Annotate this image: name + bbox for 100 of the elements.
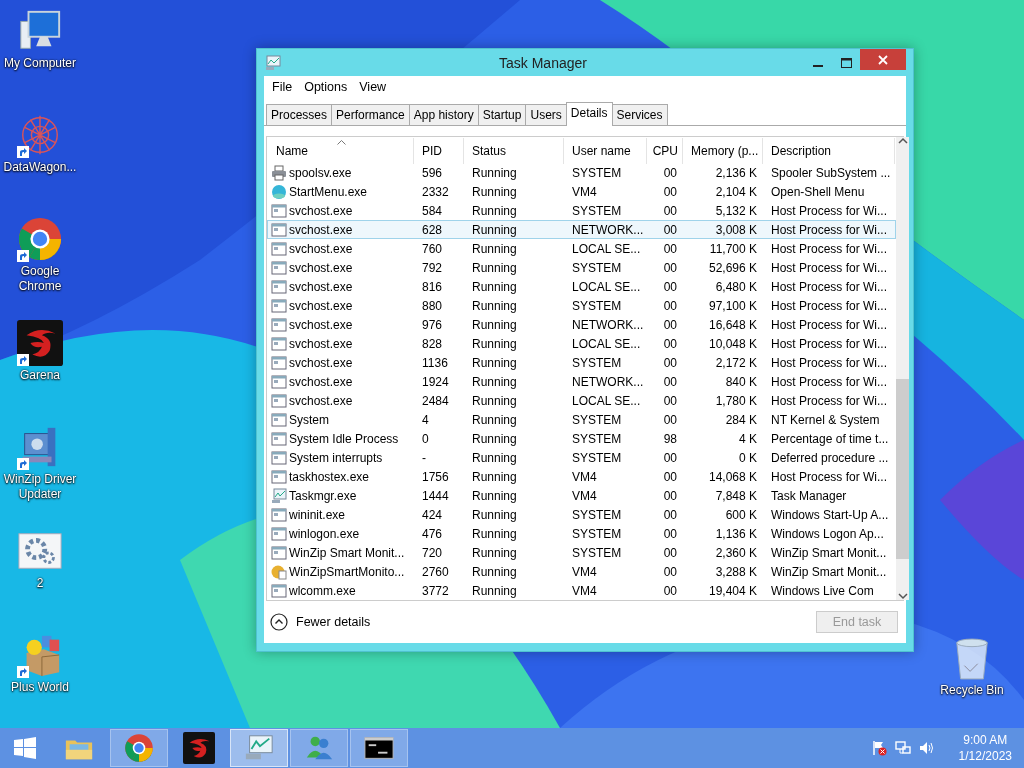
table-cell-text: 00 <box>662 184 678 199</box>
table-cell-text: 00 <box>662 507 678 522</box>
table-cell-text: Host Process for Wi... <box>770 241 889 256</box>
tab[interactable]: Startup <box>477 104 527 125</box>
table-cell-text: 00 <box>662 583 678 598</box>
icon-label[interactable]: Recycle Bin <box>933 683 1011 698</box>
table-cell-text: WinZip Smart Monit... <box>770 564 888 579</box>
column-header[interactable]: PID <box>414 138 464 164</box>
browser-logo-icon <box>124 733 154 763</box>
table-row[interactable]: winlogon.exe 476 Running SYSTEM 00 1,136 K Windows Logon Ap... <box>267 524 896 543</box>
table-row[interactable]: svchost.exe 628 Running NETWORK... 00 3,008 K Host Process for Wi... <box>267 220 896 239</box>
column-header[interactable]: Status <box>464 138 564 164</box>
table-cell-text: Running <box>471 336 518 351</box>
network-icon[interactable] <box>894 740 911 756</box>
table-row[interactable]: svchost.exe 976 Running NETWORK... 00 16,648 K Host Process for Wi... <box>267 315 896 334</box>
tab[interactable]: App history <box>408 104 479 125</box>
table-row[interactable]: svchost.exe 2484 Running LOCAL SE... 00 1,780 K Host Process for Wi... <box>267 391 896 410</box>
window-icon <box>271 392 287 409</box>
menu-item[interactable]: View <box>355 78 391 96</box>
window-icon <box>271 221 287 238</box>
table-row[interactable]: svchost.exe 792 Running SYSTEM 00 52,696 K Host Process for Wi... <box>267 258 896 277</box>
table-cell-text: 720 <box>421 545 444 560</box>
table-cell-text: 4 K <box>738 431 758 446</box>
table-cell-text: Running <box>471 583 518 598</box>
table-cell-text: Host Process for Wi... <box>770 469 889 484</box>
table-row[interactable]: svchost.exe 880 Running SYSTEM 00 97,100 K Host Process for Wi... <box>267 296 896 315</box>
column-header[interactable]: Name <box>268 138 414 164</box>
taskbar-button[interactable] <box>350 729 408 767</box>
table-cell-text: Running <box>471 355 518 370</box>
scroll-down-icon[interactable] <box>897 592 908 600</box>
windows-logo-icon[interactable] <box>13 736 37 760</box>
flag-icon[interactable] <box>870 740 887 756</box>
table-row[interactable]: svchost.exe 1924 Running NETWORK... 00 840 K Host Process for Wi... <box>267 372 896 391</box>
table-row[interactable]: wininit.exe 424 Running SYSTEM 00 600 K Windows Start-Up A... <box>267 505 896 524</box>
column-header[interactable]: Description <box>763 138 895 164</box>
table-row[interactable]: svchost.exe 816 Running LOCAL SE... 00 6,480 K Host Process for Wi... <box>267 277 896 296</box>
scroll-up-icon[interactable] <box>897 137 908 145</box>
table-cell-text: 00 <box>662 545 678 560</box>
menu-item[interactable]: File <box>268 78 297 96</box>
icon-label[interactable]: Google Chrome <box>1 264 79 294</box>
speaker-icon[interactable] <box>918 740 935 756</box>
table-cell: System Idle Process <box>289 431 399 446</box>
table-cell-text: Running <box>471 241 518 256</box>
table-cell-text: 3,288 K <box>714 564 758 579</box>
table-cell: svchost.exe <box>289 203 353 218</box>
table-cell-text: 2,172 K <box>714 355 758 370</box>
table-cell-text: Percentage of time t... <box>770 431 890 446</box>
column-header[interactable]: User name <box>564 138 647 164</box>
table-row[interactable]: taskhostex.exe 1756 Running VM4 00 14,068 K Host Process for Wi... <box>267 467 896 486</box>
table-cell-text: Running <box>471 260 518 275</box>
sort-caret-icon <box>336 140 346 145</box>
table-cell-text: Windows Live Com <box>770 583 875 598</box>
table-row[interactable]: svchost.exe 828 Running LOCAL SE... 00 10,048 K Host Process for Wi... <box>267 334 896 353</box>
table-cell-text: Running <box>471 279 518 294</box>
table-cell-text: Running <box>471 298 518 313</box>
window-icon <box>271 259 287 276</box>
column-header[interactable]: CPU <box>647 138 683 164</box>
table-row[interactable]: System interrupts - Running SYSTEM 00 0 K Deferred procedure ... <box>267 448 896 467</box>
tab[interactable]: Processes <box>266 104 333 125</box>
icon-label[interactable]: DataWagon... <box>1 160 79 175</box>
tab[interactable]: Services <box>611 104 668 125</box>
tab[interactable]: Users <box>525 104 567 125</box>
icon-label[interactable]: My Computer <box>1 56 79 71</box>
table-cell-text: Host Process for Wi... <box>770 279 889 294</box>
scrollbar-thumb[interactable] <box>896 378 909 559</box>
table-row[interactable]: svchost.exe 1136 Running SYSTEM 00 2,172 K Host Process for Wi... <box>267 353 896 372</box>
table-cell: svchost.exe <box>289 393 353 408</box>
table-cell-text: 1924 <box>421 374 450 389</box>
table-cell-text: NT Kernel & System <box>770 412 881 427</box>
table-row[interactable]: WinZip Smart Monit... 720 Running SYSTEM 00 2,360 K WinZip Smart Monit... <box>267 543 896 562</box>
table-row[interactable]: WinZipSmartMonito... 2760 Running VM4 00 3,288 K WinZip Smart Monit... <box>267 562 896 581</box>
table-row[interactable]: System 4 Running SYSTEM 00 284 K NT Kernel & System <box>267 410 896 429</box>
table-cell-text: 2332 <box>421 184 450 199</box>
table-row[interactable]: wlcomm.exe 3772 Running VM4 00 19,404 K Windows Live Com <box>267 581 896 600</box>
table-row[interactable]: svchost.exe 760 Running LOCAL SE... 00 11,700 K Host Process for Wi... <box>267 239 896 258</box>
tab[interactable]: Details <box>565 102 613 126</box>
table-row[interactable]: Taskmgr.exe 1444 Running VM4 00 7,848 K Task Manager <box>267 486 896 505</box>
table-row[interactable]: System Idle Process 0 Running SYSTEM 98 4 K Percentage of time t... <box>267 429 896 448</box>
chart-icon <box>264 54 282 71</box>
table-cell-text: 0 <box>421 431 430 446</box>
close-button[interactable] <box>860 49 906 70</box>
table-cell-text: Open-Shell Menu <box>770 184 866 199</box>
table-cell: WinZipSmartMonito... <box>289 564 405 579</box>
table-cell-text: 2484 <box>421 393 450 408</box>
tab[interactable]: Performance <box>331 104 410 125</box>
menu-item[interactable]: Options <box>300 78 352 96</box>
table-cell-text: 6,480 K <box>714 279 758 294</box>
window-icon <box>271 373 287 390</box>
table-cell-text: VM4 <box>571 488 598 503</box>
column-header[interactable]: Memory (p... <box>683 138 763 164</box>
table-row[interactable]: StartMenu.exe 2332 Running VM4 00 2,104 K Open-Shell Menu <box>267 182 896 201</box>
table-cell-text: 7,848 K <box>714 488 758 503</box>
window-icon <box>271 544 287 561</box>
window-icon <box>271 278 287 295</box>
table-cell: svchost.exe <box>289 355 353 370</box>
table-row[interactable]: svchost.exe 584 Running SYSTEM 00 5,132 K Host Process for Wi... <box>267 201 896 220</box>
table-row[interactable]: spoolsv.exe 596 Running SYSTEM 00 2,136 K Spooler SubSystem ... <box>267 163 896 182</box>
table-cell-text: Host Process for Wi... <box>770 336 889 351</box>
fewer-details-button[interactable]: Fewer details <box>270 613 371 631</box>
table-cell-text: SYSTEM <box>571 260 623 275</box>
